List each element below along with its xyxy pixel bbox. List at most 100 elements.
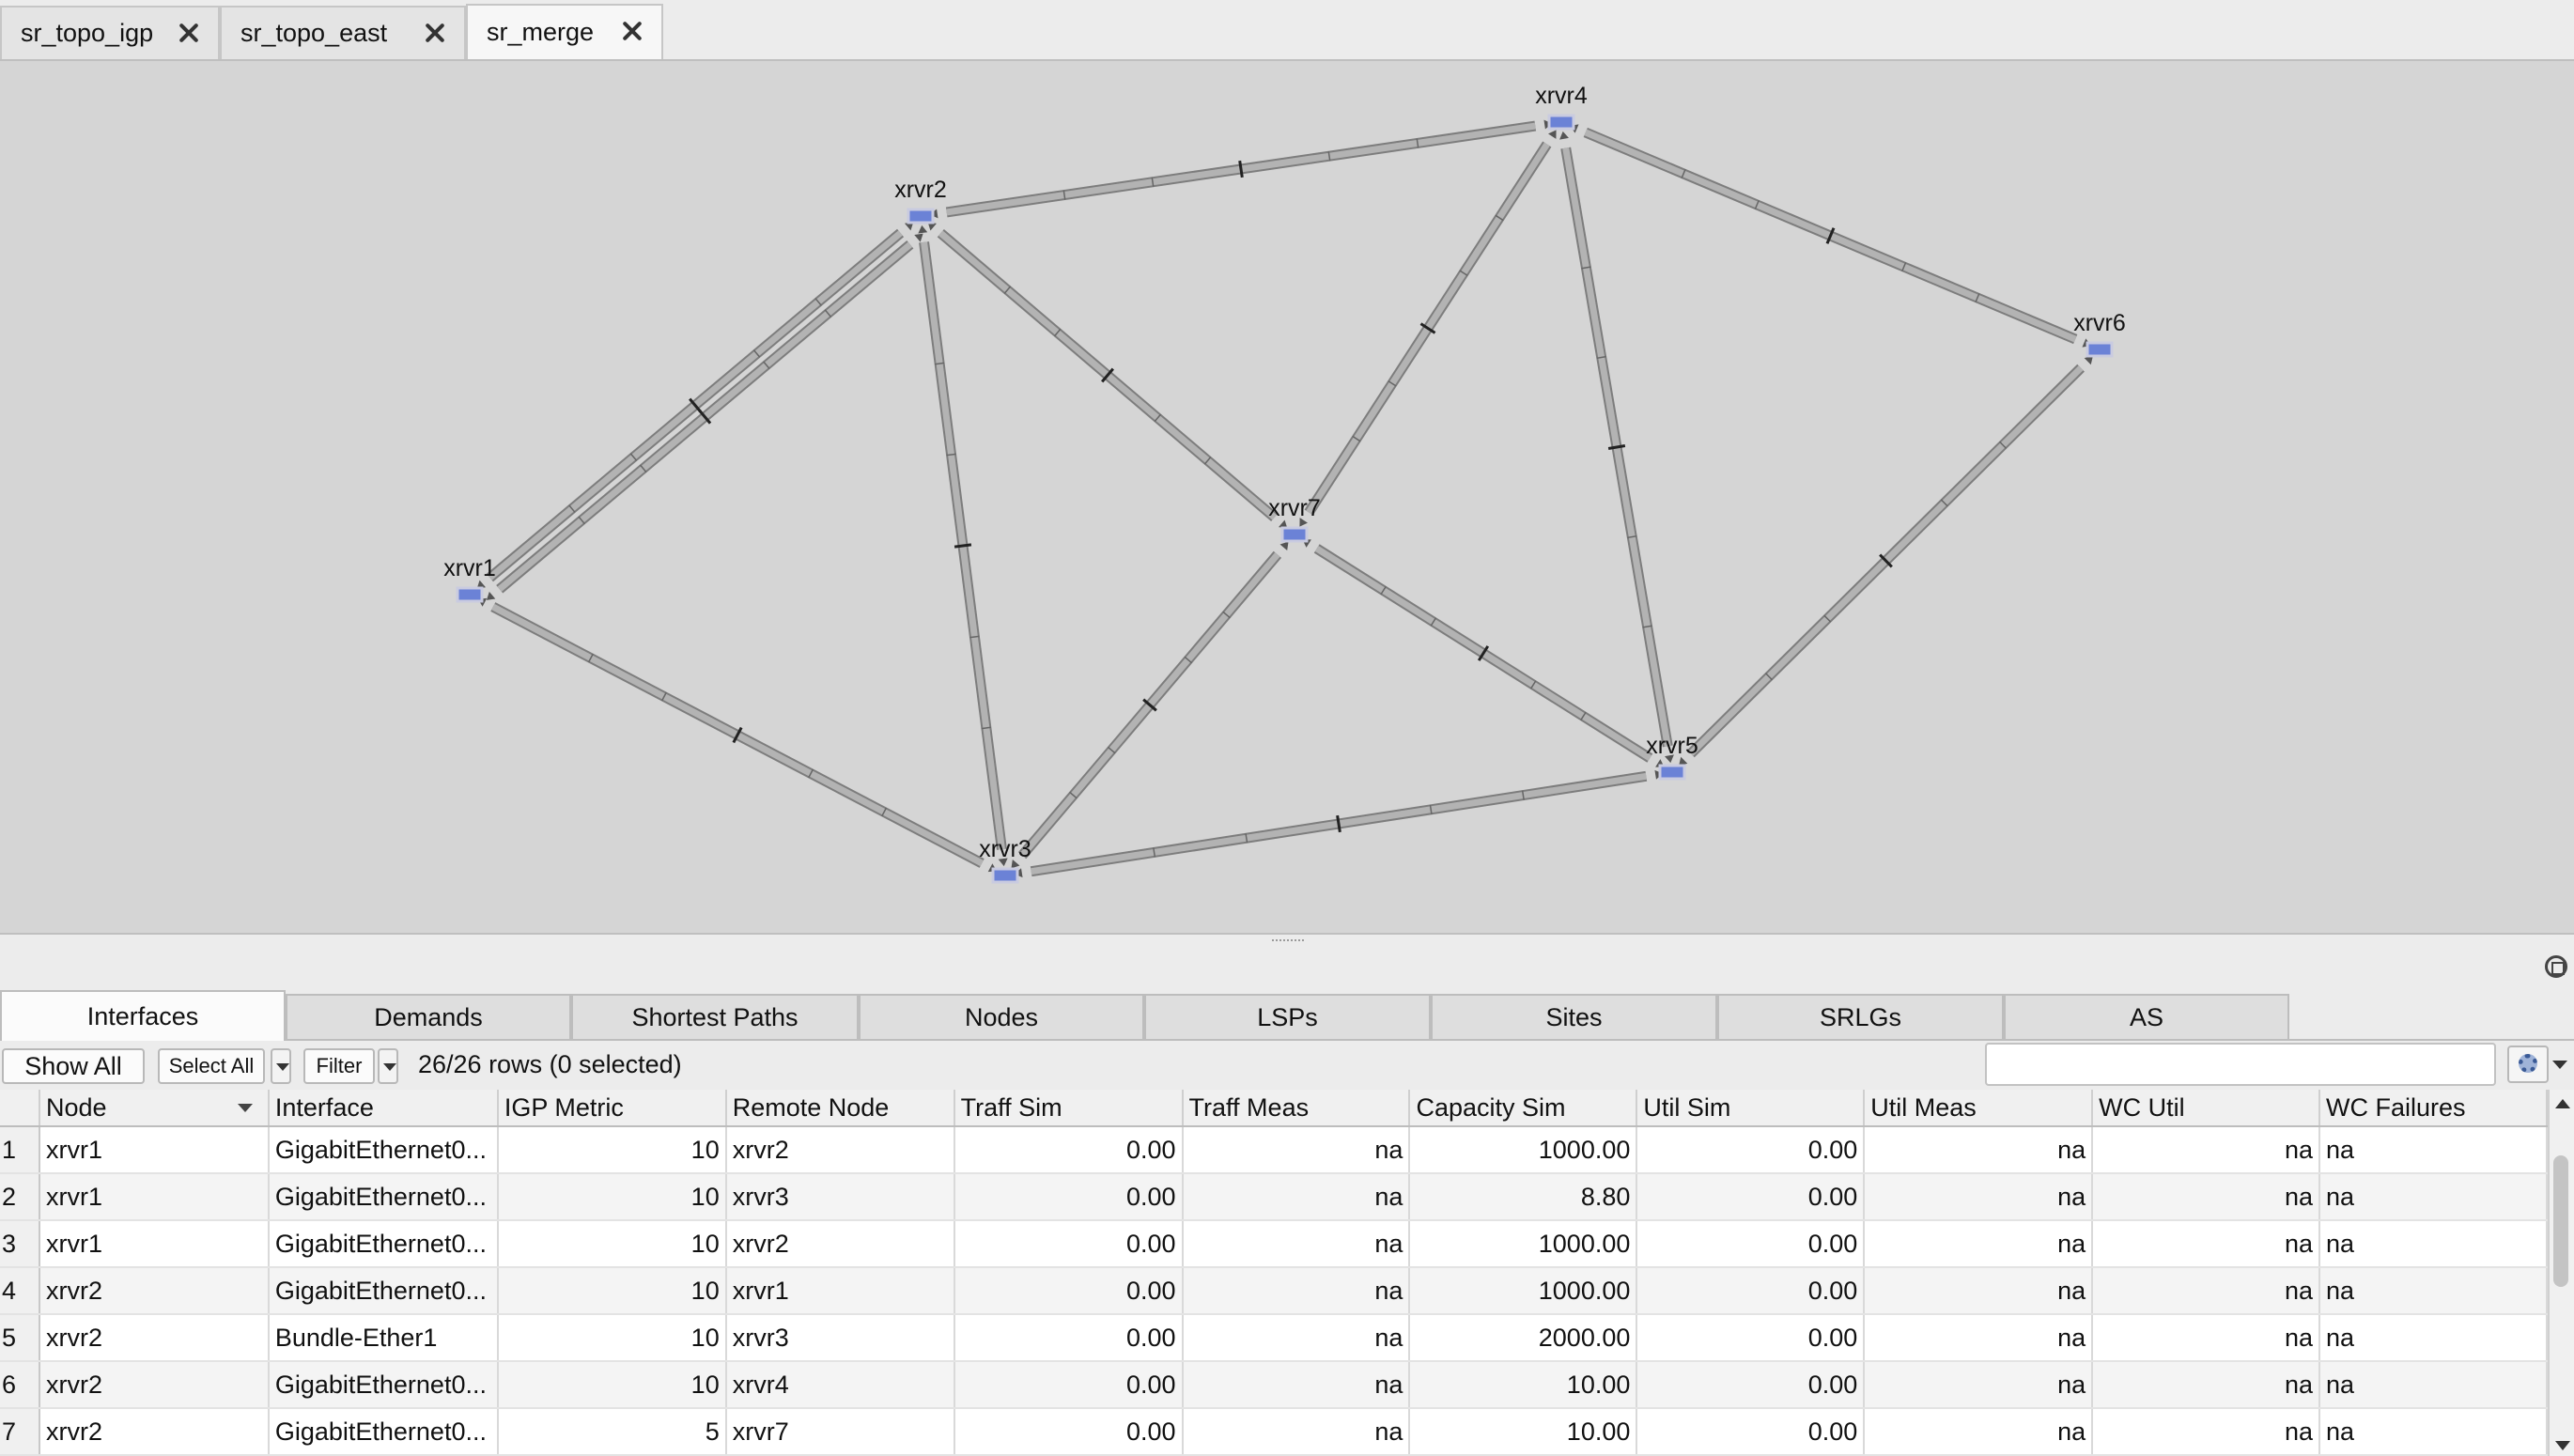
node-xrvr3[interactable]: xrvr3 [979,836,1031,884]
tab-srlgs[interactable]: SRLGs [1717,994,2004,1039]
tab-lsps[interactable]: LSPs [1144,994,1431,1039]
link-xrvr1-xrvr2[interactable] [486,233,923,600]
close-icon[interactable] [423,21,447,45]
node-xrvr6[interactable]: xrvr6 [2073,310,2126,358]
doc-tab-sr-topo-east[interactable]: sr_topo_east [220,6,466,59]
router-icon[interactable] [1547,114,1575,131]
show-all-button[interactable]: Show All [2,1048,145,1084]
node-xrvr1[interactable]: xrvr1 [443,555,496,603]
link-xrvr7-xrvr5[interactable] [1302,539,1665,767]
cell-traff-sim: 0.00 [954,1173,1184,1221]
doc-tab-sr-merge[interactable]: sr_merge [466,4,663,59]
cell-traff-meas: na [1182,1173,1411,1221]
column-header-wc-failures[interactable]: WC Failures [2319,1090,2548,1127]
filter-button[interactable]: Filter [303,1048,375,1084]
router-icon[interactable] [456,586,484,603]
node-xrvr5[interactable]: xrvr5 [1646,733,1698,781]
router-icon[interactable] [2086,341,2114,358]
restore-panel-icon[interactable] [2545,955,2567,978]
cell-util-sim: 0.00 [1636,1267,1866,1315]
link-xrvr1-xrvr3[interactable] [477,597,998,873]
link-xrvr4-xrvr7[interactable] [1299,130,1557,527]
table-row[interactable]: 6 xrvr2 GigabitEthernet0... 10 xrvr4 0.00 na 10… [0,1361,2548,1409]
link-xrvr4-xrvr5[interactable] [1559,131,1674,764]
cell-capacity-sim: 2000.00 [1409,1314,1638,1362]
tab-interfaces[interactable]: Interfaces [0,990,286,1041]
table-row[interactable]: 5 xrvr2 Bundle-Ether1 10 xrvr3 0.00 na 2000.00 0… [0,1314,2548,1362]
link-xrvr2-xrvr4[interactable] [929,119,1553,219]
cell-util-meas: na [1864,1126,2094,1174]
column-header-remote-node[interactable]: Remote Node [725,1090,955,1127]
column-header-traff-meas[interactable]: Traff Meas [1182,1090,1411,1127]
link-xrvr6-xrvr5[interactable] [1679,356,2093,766]
cell-traff-sim: 0.00 [954,1126,1184,1174]
tab-as[interactable]: AS [2004,994,2289,1039]
router-icon[interactable] [907,208,935,225]
cell-remote-node: xrvr2 [725,1126,955,1174]
scroll-down-icon[interactable] [2555,1441,2570,1450]
search-input[interactable] [1985,1043,2496,1086]
column-header-capacity-sim[interactable]: Capacity Sim [1409,1090,1638,1127]
topology-map[interactable]: xrvr1 xrvr2 xrvr3 xrvr4 xrvr5 xrvr6 xrvr7 [0,61,2574,933]
cell-node: xrvr2 [39,1361,270,1409]
link-xrvr2-xrvr3[interactable] [918,225,1008,867]
view-tab-bar: Interfaces Demands Shortest Paths Nodes … [0,988,2574,1041]
tab-nodes[interactable]: Nodes [859,994,1144,1039]
cell-capacity-sim: 1000.00 [1409,1220,1638,1268]
cell-traff-sim: 0.00 [954,1314,1184,1362]
node-xrvr2[interactable]: xrvr2 [894,177,947,225]
table-row[interactable]: 3 xrvr1 GigabitEthernet0... 10 xrvr2 0.00 na 10… [0,1220,2548,1268]
column-header-traff-sim[interactable]: Traff Sim [954,1090,1184,1127]
select-all-dropdown[interactable] [271,1048,291,1084]
topology-canvas[interactable]: xrvr1 xrvr2 xrvr3 xrvr4 xrvr5 xrvr6 xrvr7 [0,59,2574,935]
filter-dropdown[interactable] [378,1048,398,1084]
tab-sites[interactable]: Sites [1431,994,1717,1039]
column-header-util-meas[interactable]: Util Meas [1864,1090,2094,1127]
link-xrvr1-xrvr2[interactable] [476,222,914,589]
scroll-up-icon[interactable] [2555,1099,2570,1108]
row-number: 3 [0,1220,40,1268]
link-xrvr2-xrvr7[interactable] [927,222,1288,529]
cell-traff-meas: na [1182,1361,1411,1409]
cell-traff-meas: na [1182,1314,1411,1362]
column-header-igp-metric[interactable]: IGP Metric [497,1090,727,1127]
close-icon[interactable] [620,19,644,43]
settings-dropdown[interactable] [2550,1046,2570,1083]
router-icon[interactable] [991,867,1019,884]
close-icon[interactable] [177,21,201,45]
cell-igp-metric: 10 [497,1314,727,1362]
table-row[interactable]: 4 xrvr2 GigabitEthernet0... 10 xrvr1 0.00 na 10… [0,1267,2548,1315]
cell-interface: GigabitEthernet0... [268,1408,499,1456]
router-icon[interactable] [1658,764,1686,781]
settings-button[interactable] [2507,1046,2549,1083]
column-header-util-sim[interactable]: Util Sim [1636,1090,1866,1127]
column-header-node[interactable]: Node [39,1090,270,1127]
node-label: xrvr1 [443,555,496,581]
splitter-handle[interactable] [0,935,2574,952]
column-header-wc-util[interactable]: WC Util [2092,1090,2321,1127]
link-xrvr3-xrvr5[interactable] [1014,769,1664,878]
link-xrvr3-xrvr7[interactable] [1011,541,1289,869]
row-number: 6 [0,1361,40,1409]
router-icon[interactable] [1280,526,1309,543]
table-row[interactable]: 7 xrvr2 GigabitEthernet0... 5 xrvr7 0.00 na 10.… [0,1408,2548,1456]
scroll-thumb[interactable] [2553,1155,2568,1287]
cell-wc-util: na [2092,1408,2321,1456]
cell-util-sim: 0.00 [1636,1126,1866,1174]
cell-traff-sim: 0.00 [954,1220,1184,1268]
row-count: 26/26 rows (0 selected) [418,1050,682,1078]
table-row[interactable]: 2 xrvr1 GigabitEthernet0... 10 xrvr3 0.00 na 8.… [0,1173,2548,1221]
node-xrvr4[interactable]: xrvr4 [1535,83,1588,131]
select-all-button[interactable]: Select All [158,1048,265,1084]
node-xrvr7[interactable]: xrvr7 [1268,495,1321,543]
cell-interface: GigabitEthernet0... [268,1267,499,1315]
table-header-row: Node Interface IGP Metric Remote Node Tr… [0,1090,2548,1127]
tab-shortest-paths[interactable]: Shortest Paths [571,994,859,1039]
table-row[interactable]: 1 xrvr1 GigabitEthernet0... 10 xrvr2 0.00 na 10… [0,1126,2548,1174]
column-header-interface[interactable]: Interface [268,1090,499,1127]
doc-tab-sr-topo-igp[interactable]: sr_topo_igp [0,6,220,59]
link-xrvr4-xrvr6[interactable] [1570,124,2091,348]
tab-demands[interactable]: Demands [286,994,571,1039]
table-scrollbar[interactable] [2548,1090,2574,1456]
column-header-label: Node [45,1092,107,1122]
